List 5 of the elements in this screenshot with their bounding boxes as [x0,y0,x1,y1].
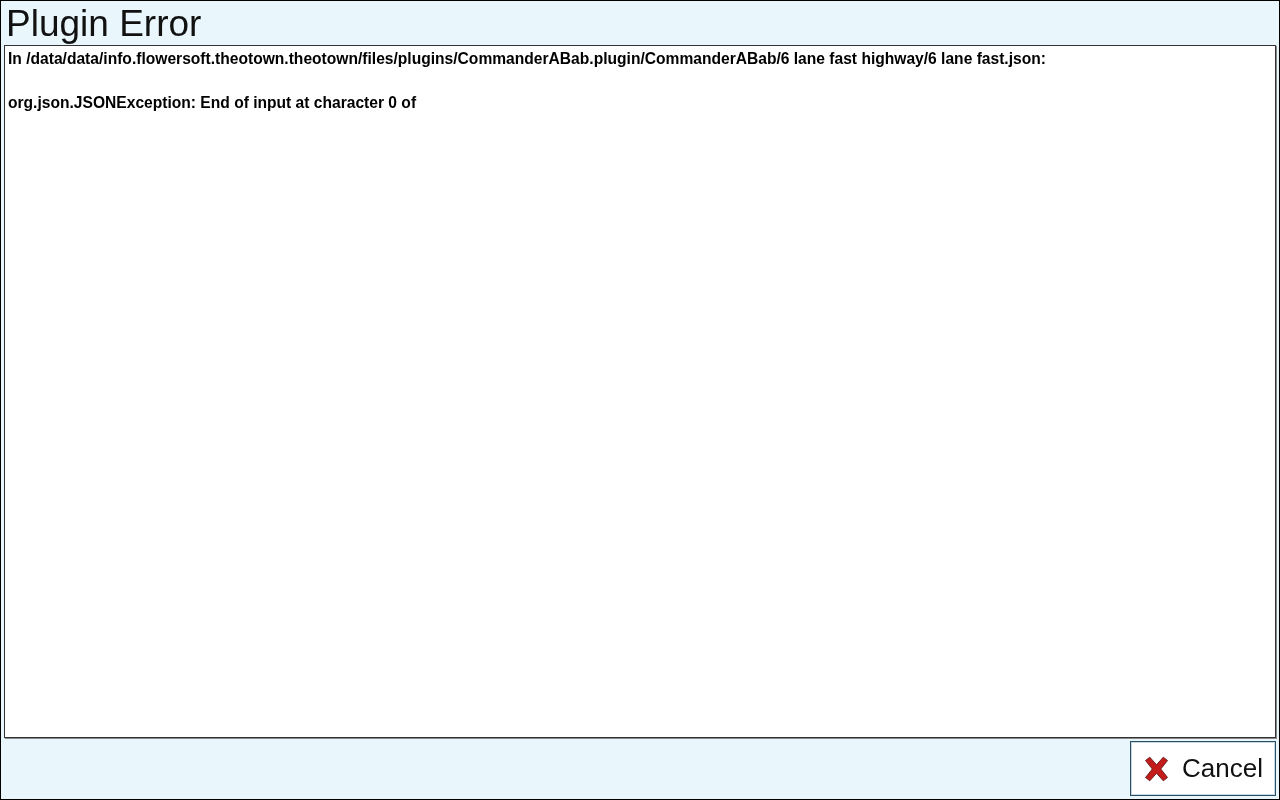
error-message: In /data/data/info.flowersoft.theotown.theotown/files/plugins/CommanderABab.plugin/CommanderABab/6 lane fast highway/6 lane fast.json: [8,50,1046,68]
dialog-title: Plugin Error [5,2,202,45]
close-icon [1143,753,1171,784]
cancel-button[interactable]: Cancel [1130,741,1276,796]
error-message: org.json.JSONException: End of input at character 0 of [8,94,417,112]
